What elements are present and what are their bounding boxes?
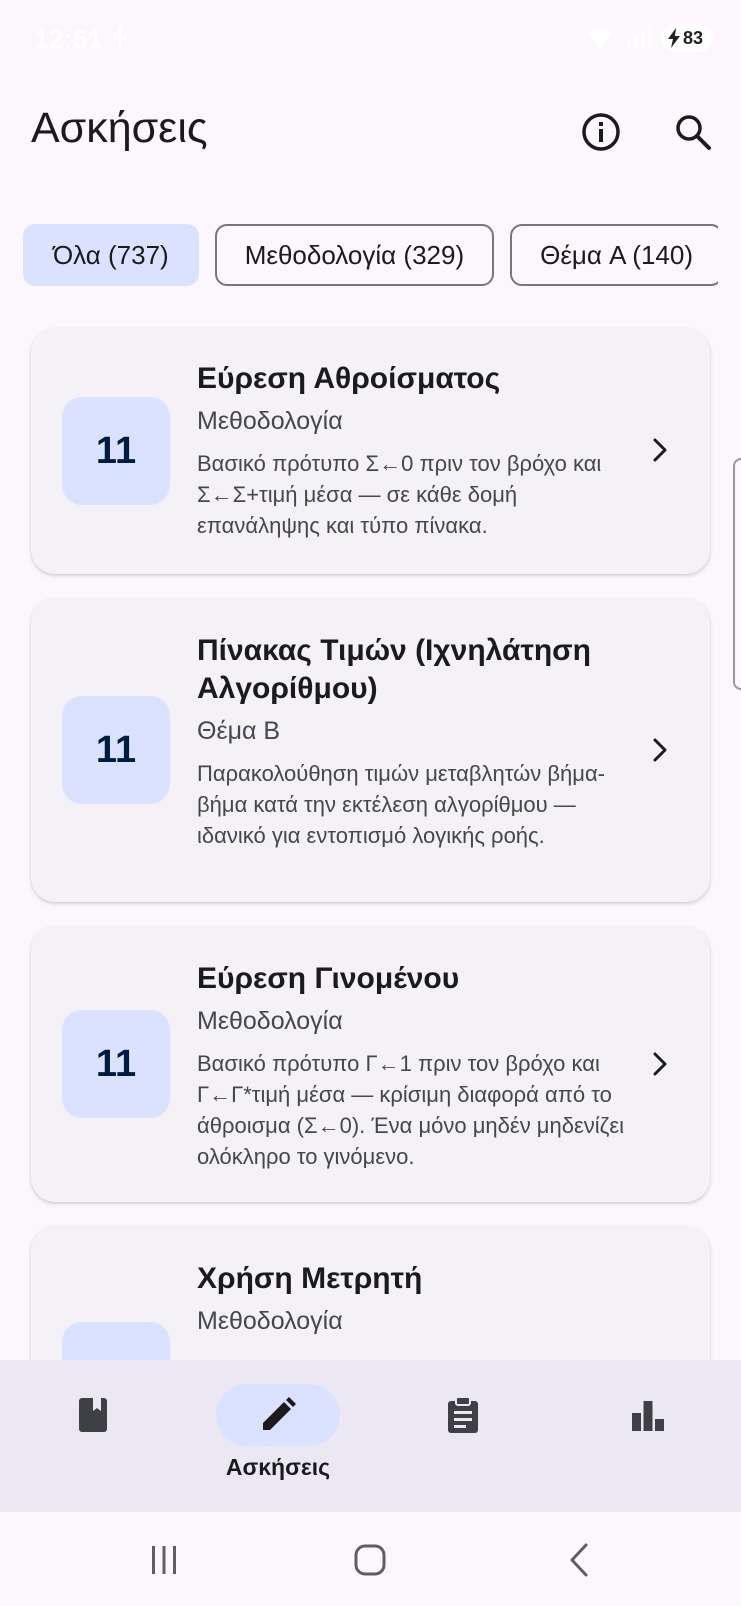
exercise-count-badge: 11 xyxy=(62,696,170,804)
exercise-title: Χρήση Μετρητή xyxy=(197,1262,423,1295)
nav-label: Ασκήσεις xyxy=(225,1454,331,1480)
exercise-description: Βασικό πρότυπο Σ←0 πριν τον βρόχο και Σ←… xyxy=(197,451,602,538)
exercise-title: Πίνακας Τιμών (Ιχνηλάτηση Αλγορίθμου) xyxy=(197,634,591,705)
recents-button[interactable] xyxy=(140,1536,188,1584)
exercise-title: Εύρεση Αθροίσματος xyxy=(197,362,501,395)
system-navigation xyxy=(0,1512,741,1606)
page-title: Ασκήσεις xyxy=(31,104,208,152)
exercise-description: Βασικό πρότυπο Γ←1 πριν τον βρόχο και Γ←… xyxy=(197,1051,625,1169)
home-button[interactable] xyxy=(346,1536,394,1584)
chevron-right-icon xyxy=(653,1052,667,1076)
exercise-card[interactable]: 11 Εύρεση Γινομένου Μεθοδολογία Βασικό π… xyxy=(31,926,710,1202)
exercise-description: Παρακολούθηση τιμών μεταβλητών βήμα-βήμα… xyxy=(197,761,606,848)
nav-item-clipboard[interactable] xyxy=(399,1384,527,1494)
chevron-right-icon xyxy=(653,438,667,462)
info-icon xyxy=(582,113,620,151)
filter-chips[interactable]: Όλα (737) Μεθοδολογία (329) Θέμα A (140) xyxy=(23,224,718,288)
nav-indicator xyxy=(216,1384,340,1446)
nav-indicator xyxy=(586,1384,710,1446)
filter-chip-theme-a[interactable]: Θέμα A (140) xyxy=(510,224,718,286)
search-icon xyxy=(676,115,711,150)
exercise-count-badge: 11 xyxy=(62,397,170,505)
bar-chart-icon xyxy=(632,1401,664,1431)
home-icon xyxy=(354,1544,386,1576)
filter-chip-methodology[interactable]: Μεθοδολογία (329) xyxy=(214,224,495,286)
nav-item-book[interactable] xyxy=(29,1384,157,1494)
exercise-category: Θέμα B xyxy=(197,717,281,745)
scroll-handle[interactable] xyxy=(733,458,741,690)
nav-item-exercises[interactable]: Ασκήσεις xyxy=(214,1384,342,1494)
exercise-card[interactable]: 11 Πίνακας Τιμών (Ιχνηλάτηση Αλγορίθμου)… xyxy=(31,598,710,902)
chevron-right-icon xyxy=(653,738,667,762)
exercise-list[interactable]: 11 Εύρεση Αθροίσματος Μεθοδολογία Βασικό… xyxy=(0,0,741,1360)
filter-chip-all[interactable]: Όλα (737) xyxy=(23,224,199,286)
exercise-category: Μεθοδολογία xyxy=(197,1007,343,1035)
back-button[interactable] xyxy=(556,1536,604,1584)
exercise-count-badge: 11 xyxy=(62,1010,170,1118)
exercise-title: Εύρεση Γινομένου xyxy=(197,962,460,995)
nav-indicator xyxy=(401,1384,525,1446)
back-icon xyxy=(570,1543,588,1577)
recents-icon xyxy=(152,1546,176,1574)
exercise-card[interactable]: 11 Χρήση Μετρητή Μεθοδολογία xyxy=(31,1226,710,1360)
nav-indicator xyxy=(31,1384,155,1446)
pencil-icon xyxy=(263,1397,296,1430)
search-button[interactable] xyxy=(667,106,719,158)
clipboard-icon xyxy=(448,1396,478,1433)
book-icon xyxy=(79,1398,107,1432)
bottom-navigation: Ασκήσεις xyxy=(0,1360,741,1512)
nav-item-stats[interactable] xyxy=(584,1384,712,1494)
exercise-category: Μεθοδολογία xyxy=(197,407,343,435)
exercise-card[interactable]: 11 Εύρεση Αθροίσματος Μεθοδολογία Βασικό… xyxy=(31,328,710,574)
info-button[interactable] xyxy=(575,106,627,158)
exercise-count-badge: 11 xyxy=(62,1322,170,1360)
exercise-category: Μεθοδολογία xyxy=(197,1307,343,1335)
